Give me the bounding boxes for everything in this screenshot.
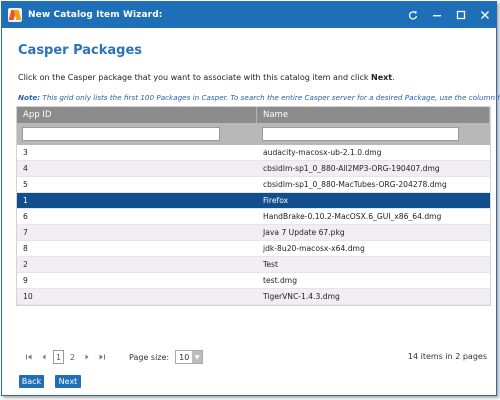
table-row[interactable]: 3 audacity-macosx-ub-2.1.0.dmg bbox=[17, 145, 490, 161]
table-row[interactable]: 8 jdk-8u20-macosx-x64.dmg bbox=[17, 241, 490, 257]
cell-name: Firefox bbox=[262, 196, 289, 205]
first-page-icon[interactable] bbox=[23, 352, 34, 363]
page-2-button[interactable]: 2 bbox=[67, 350, 78, 364]
cell-app-id: 6 bbox=[23, 212, 28, 221]
instruction-next-bold: Next bbox=[371, 73, 393, 82]
app-logo-icon bbox=[8, 8, 22, 22]
grid-header: App ID Name bbox=[17, 107, 490, 123]
page-size-label: Page size: bbox=[129, 352, 170, 362]
cell-app-id: 9 bbox=[23, 276, 28, 285]
cell-name: cbsidlm-sp1_0_880-All2MP3-ORG-190407.dmg bbox=[262, 164, 440, 173]
filter-row bbox=[17, 123, 490, 145]
pager: 1 2 Page size: 10 ▼ bbox=[23, 350, 204, 364]
column-header-app-id[interactable]: App ID bbox=[17, 107, 257, 123]
note-body: This grid only lists the first 100 Packa… bbox=[40, 93, 500, 102]
maximize-icon[interactable] bbox=[454, 8, 468, 22]
cell-name: jdk-8u20-macosx-x64.dmg bbox=[262, 244, 365, 253]
name-filter-input[interactable] bbox=[261, 127, 459, 141]
cell-app-id: 8 bbox=[23, 244, 28, 253]
chevron-down-icon[interactable]: ▼ bbox=[192, 351, 203, 363]
page-title: Casper Packages bbox=[18, 43, 143, 58]
cell-name: cbsidlm-sp1_0_880-MacTubes-ORG-204278.dm… bbox=[262, 180, 447, 189]
refresh-icon[interactable] bbox=[406, 8, 420, 22]
page-size-select[interactable]: 10 ▼ bbox=[175, 350, 204, 364]
last-page-icon[interactable] bbox=[96, 352, 107, 363]
grid-body: 3 audacity-macosx-ub-2.1.0.dmg 4 cbsidlm-s… bbox=[17, 145, 490, 305]
title-bar: New Catalog Item Wizard: bbox=[2, 2, 496, 28]
cell-name: TigerVNC-1.4.3.dmg bbox=[262, 292, 340, 301]
table-row[interactable]: 7 Java 7 Update 67.pkg bbox=[17, 225, 490, 241]
note-label: Note: bbox=[18, 93, 41, 102]
cell-app-id: 3 bbox=[23, 148, 28, 157]
page-size-value: 10 bbox=[179, 352, 190, 362]
instruction-text: Click on the Casper package that you wan… bbox=[18, 73, 395, 82]
cell-name: test.dmg bbox=[262, 276, 298, 285]
column-header-name[interactable]: Name bbox=[257, 107, 490, 123]
cell-name: audacity-macosx-ub-2.1.0.dmg bbox=[262, 148, 382, 157]
cell-name: HandBrake-0.10.2-MacOSX.6_GUI_x86_64.dmg bbox=[262, 212, 442, 221]
cell-name: Test bbox=[262, 260, 278, 269]
filter-cell-name bbox=[257, 127, 490, 141]
prev-page-icon[interactable] bbox=[38, 352, 49, 363]
table-row-selected[interactable]: 1 Firefox bbox=[17, 193, 490, 209]
page-1-button[interactable]: 1 bbox=[53, 350, 64, 364]
table-row[interactable]: 5 cbsidlm-sp1_0_880-MacTubes-ORG-204278.d… bbox=[17, 177, 490, 193]
cell-app-id: 1 bbox=[23, 196, 28, 205]
cell-app-id: 4 bbox=[23, 164, 28, 173]
packages-grid: App ID Name 3 audacity-macosx-ub-2.1.0.dm… bbox=[16, 106, 491, 306]
grid-note: Note: This grid only lists the first 100… bbox=[18, 93, 500, 102]
cell-app-id: 7 bbox=[23, 228, 28, 237]
cell-name: Java 7 Update 67.pkg bbox=[262, 228, 345, 237]
window-title: New Catalog Item Wizard: bbox=[28, 10, 163, 20]
cell-app-id: 5 bbox=[23, 180, 28, 189]
app-id-filter-input[interactable] bbox=[22, 127, 220, 141]
close-icon[interactable] bbox=[478, 8, 492, 22]
instruction-end: . bbox=[392, 73, 395, 82]
items-info: 14 items in 2 pages bbox=[407, 352, 487, 361]
table-row[interactable]: 9 test.dmg bbox=[17, 273, 490, 289]
minimize-icon[interactable] bbox=[430, 8, 444, 22]
cell-app-id: 2 bbox=[23, 260, 28, 269]
window-controls bbox=[406, 2, 492, 28]
table-row[interactable]: 10 TigerVNC-1.4.3.dmg bbox=[17, 289, 490, 305]
instruction-body: Click on the Casper package that you wan… bbox=[18, 73, 372, 82]
next-page-icon[interactable] bbox=[81, 352, 92, 363]
table-row[interactable]: 6 HandBrake-0.10.2-MacOSX.6_GUI_x86_64.dm… bbox=[17, 209, 490, 225]
table-row[interactable]: 2 Test bbox=[17, 257, 490, 273]
cell-app-id: 10 bbox=[23, 292, 33, 301]
back-button[interactable]: Back bbox=[19, 375, 44, 388]
table-row[interactable]: 4 cbsidlm-sp1_0_880-All2MP3-ORG-190407.dm… bbox=[17, 161, 490, 177]
next-button[interactable]: Next bbox=[55, 375, 81, 388]
filter-cell-app-id bbox=[17, 127, 257, 141]
